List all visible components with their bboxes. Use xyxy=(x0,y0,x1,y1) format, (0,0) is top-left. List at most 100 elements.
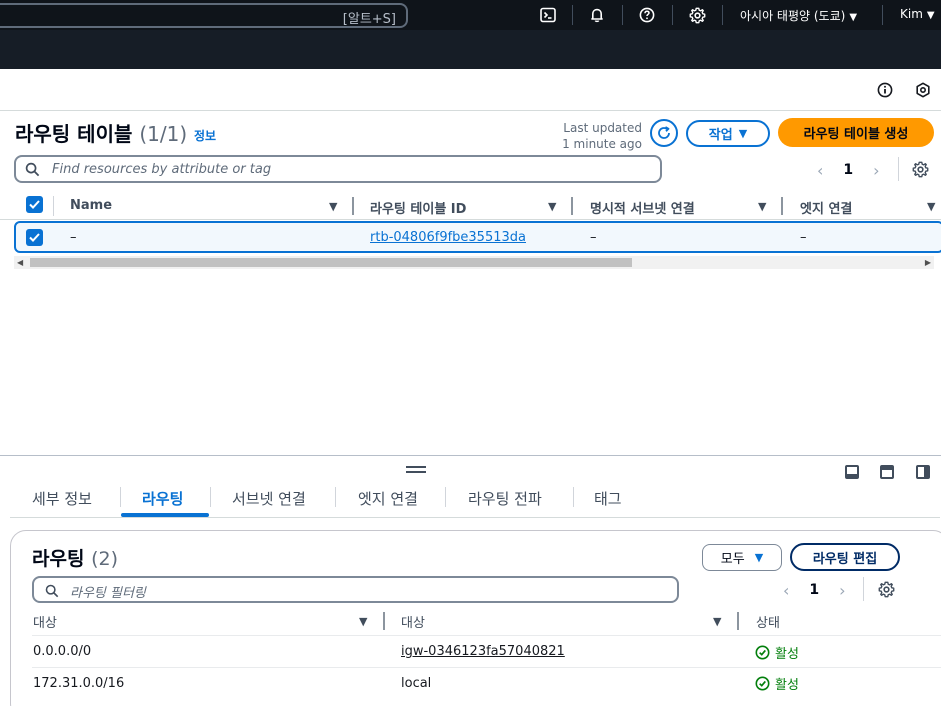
header-divider xyxy=(32,635,941,636)
feedback-hexagon-icon[interactable] xyxy=(913,80,933,100)
header-divider xyxy=(0,219,941,220)
chevron-left-icon[interactable]: ‹ xyxy=(783,581,789,600)
search-icon xyxy=(25,162,40,181)
table-preferences-gear-icon[interactable] xyxy=(910,159,930,179)
sort-caret-icon[interactable]: ▼ xyxy=(927,200,935,213)
notifications-bell-icon[interactable] xyxy=(587,5,607,25)
routes-count: (2) xyxy=(91,548,118,570)
active-tab-indicator xyxy=(121,513,209,517)
last-updated-label: Last updated xyxy=(563,121,642,135)
split-panel-drag-handle-icon[interactable] xyxy=(406,466,426,473)
sort-caret-icon[interactable]: ▼ xyxy=(548,200,556,213)
settings-gear-icon[interactable] xyxy=(687,5,707,25)
route-table-id-link[interactable]: rtb-04806f9fbe35513da xyxy=(370,230,526,245)
search-shortcut-hint: [알트+S] xyxy=(342,12,396,27)
tab-routes[interactable]: 라우팅 xyxy=(142,488,183,509)
tab-tags[interactable]: 태그 xyxy=(594,488,622,509)
last-updated-time: 1 minute ago xyxy=(562,137,642,151)
route-status-badge: 활성 xyxy=(755,643,799,662)
route-target: local xyxy=(401,676,432,691)
tab-divider xyxy=(445,487,446,507)
caret-down-icon: ▼ xyxy=(754,551,764,564)
caret-down-icon: ▼ xyxy=(926,10,935,21)
column-header-destination[interactable]: 대상 xyxy=(33,612,57,631)
column-resize-handle[interactable] xyxy=(352,197,354,215)
info-link[interactable]: 정보 xyxy=(194,127,216,144)
scroll-left-arrow-icon[interactable]: ◀ xyxy=(17,258,23,267)
column-divider xyxy=(53,196,54,216)
checkmark-icon xyxy=(29,200,40,209)
sort-caret-icon[interactable]: ▼ xyxy=(758,200,766,213)
create-route-table-button[interactable]: 라우팅 테이블 생성 xyxy=(778,118,934,147)
route-status-badge: 활성 xyxy=(755,674,799,693)
route-filter-select[interactable]: 모두 ▼ xyxy=(702,544,782,571)
chevron-left-icon[interactable]: ‹ xyxy=(817,161,823,180)
routes-pagination: ‹ 1 › xyxy=(783,579,846,601)
column-resize-handle[interactable] xyxy=(383,612,385,630)
tab-divider xyxy=(210,487,211,507)
cell-explicit-subnet: – xyxy=(590,230,597,245)
chevron-right-icon[interactable]: › xyxy=(873,161,879,180)
account-menu[interactable]: Kim ▼ xyxy=(900,7,935,21)
route-filter-input[interactable]: 라우팅 필터링 xyxy=(32,576,679,603)
tab-details[interactable]: 세부 정보 xyxy=(32,488,92,509)
routes-preferences-gear-icon[interactable] xyxy=(876,579,896,599)
scrollbar-thumb[interactable] xyxy=(30,258,632,267)
caret-down-icon: ▼ xyxy=(849,12,858,23)
help-icon[interactable] xyxy=(637,5,657,25)
region-selector[interactable]: 아시아 태평양 (도쿄) ▼ xyxy=(740,7,857,24)
column-header-explicit-subnet[interactable]: 명시적 서브넷 연결 xyxy=(590,198,695,217)
utility-bar xyxy=(0,69,941,111)
route-filter-select-value: 모두 xyxy=(720,552,745,567)
route-destination: 172.31.0.0/16 xyxy=(33,676,125,691)
selection-count: (1/1) xyxy=(139,122,188,146)
select-all-checkbox[interactable] xyxy=(26,196,43,213)
resource-filter-input[interactable]: Find resources by attribute or tag xyxy=(14,155,662,183)
panel-maximize-icon[interactable] xyxy=(916,465,930,479)
info-circle-icon[interactable] xyxy=(875,80,895,100)
routes-current-page[interactable]: 1 xyxy=(809,582,819,598)
tab-divider xyxy=(335,487,336,507)
route-filter-placeholder: 라우팅 필터링 xyxy=(70,586,146,601)
scroll-right-arrow-icon[interactable]: ▶ xyxy=(925,258,931,267)
column-header-status[interactable]: 상태 xyxy=(756,612,780,631)
row-divider xyxy=(32,667,941,668)
nav-divider xyxy=(672,5,673,25)
route-target-link[interactable]: igw-0346123fa57040821 xyxy=(401,644,565,659)
filter-placeholder: Find resources by attribute or tag xyxy=(52,162,272,177)
sort-caret-icon[interactable]: ▼ xyxy=(329,200,337,213)
column-header-target[interactable]: 대상 xyxy=(401,612,425,631)
tab-divider xyxy=(573,487,574,507)
column-resize-handle[interactable] xyxy=(571,197,573,215)
current-page[interactable]: 1 xyxy=(843,162,853,178)
tab-route-propagation[interactable]: 라우팅 전파 xyxy=(468,488,542,509)
nav-divider xyxy=(572,5,573,25)
service-bar xyxy=(0,30,941,69)
panel-position-bottom-icon[interactable] xyxy=(845,465,859,479)
actions-label: 작업 xyxy=(708,128,733,143)
last-updated: Last updated 1 minute ago xyxy=(556,120,642,152)
column-header-name[interactable]: Name xyxy=(70,198,112,213)
column-resize-handle[interactable] xyxy=(781,197,783,215)
column-header-edge[interactable]: 엣지 연결 xyxy=(800,198,852,217)
column-header-route-table-id[interactable]: 라우팅 테이블 ID xyxy=(370,198,466,217)
chevron-right-icon[interactable]: › xyxy=(839,581,845,600)
status-success-icon xyxy=(755,676,770,691)
actions-dropdown-button[interactable]: 작업 ▼ xyxy=(686,120,770,147)
page-title: 라우팅 테이블 (1/1) xyxy=(15,118,187,147)
sort-caret-icon[interactable]: ▼ xyxy=(359,615,367,628)
detail-tabs: 세부 정보 라우팅 서브넷 연결 엣지 연결 라우팅 전파 태그 xyxy=(10,478,940,518)
panel-position-side-icon[interactable] xyxy=(880,465,894,479)
tab-edge-associations[interactable]: 엣지 연결 xyxy=(358,488,418,509)
sort-caret-icon[interactable]: ▼ xyxy=(713,615,721,628)
row-checkbox[interactable] xyxy=(26,229,43,246)
refresh-button[interactable] xyxy=(650,119,678,147)
edit-routes-button[interactable]: 라우팅 편집 xyxy=(790,543,900,571)
column-resize-handle[interactable] xyxy=(737,612,739,630)
pager-divider xyxy=(898,157,899,181)
tab-subnet-associations[interactable]: 서브넷 연결 xyxy=(232,488,306,509)
global-search-bar[interactable]: [알트+S] xyxy=(0,3,408,28)
pager-divider xyxy=(863,577,864,601)
horizontal-scrollbar[interactable]: ◀ ▶ xyxy=(14,256,934,269)
cloudshell-icon[interactable] xyxy=(538,5,558,25)
